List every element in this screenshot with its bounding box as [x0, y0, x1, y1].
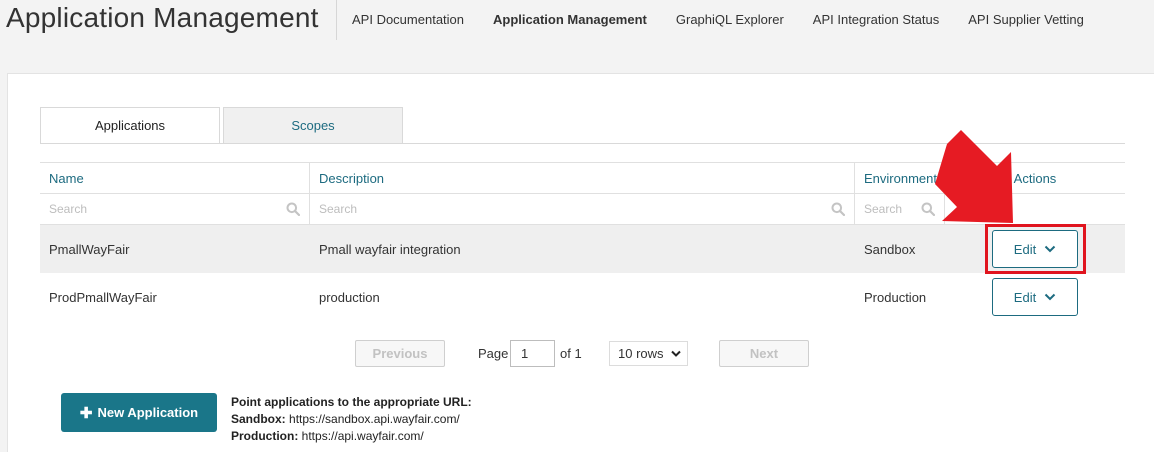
sandbox-url: https://sandbox.api.wayfair.com/ — [289, 412, 460, 426]
header-divider — [336, 0, 337, 40]
edit-button-label: Edit — [1013, 289, 1037, 305]
nav-application-management[interactable]: Application Management — [493, 12, 647, 27]
application-name: ProdPmallWayFair — [49, 289, 157, 305]
nav-api-integration-status[interactable]: API Integration Status — [813, 12, 939, 27]
name-search-input[interactable] — [49, 194, 309, 224]
tab-scopes[interactable]: Scopes — [223, 107, 403, 144]
url-info: Point applications to the appropriate UR… — [231, 394, 472, 445]
application-environment: Sandbox — [864, 241, 916, 257]
page-title: Application Management — [6, 2, 319, 33]
previous-page-button[interactable]: Previous — [355, 340, 445, 367]
nav-api-documentation[interactable]: API Documentation — [352, 12, 464, 27]
column-header-description[interactable]: Description — [310, 163, 855, 193]
nav-api-supplier-vetting[interactable]: API Supplier Vetting — [968, 12, 1084, 27]
chevron-down-icon — [671, 350, 681, 357]
highlight-box — [985, 224, 1086, 274]
edit-button[interactable]: Edit — [992, 278, 1078, 316]
page-count-label: of 1 — [560, 346, 582, 361]
plus-icon: ✚ — [79, 404, 93, 422]
production-url: https://api.wayfair.com/ — [301, 429, 424, 443]
table-row: ProdPmallWayFair production Production — [40, 273, 1125, 321]
new-application-button[interactable]: ✚ New Application — [61, 393, 217, 432]
application-description: production — [319, 289, 380, 305]
red-arrow-annotation — [935, 130, 1013, 223]
url-info-heading: Point applications to the appropriate UR… — [231, 395, 472, 409]
search-icon — [831, 202, 845, 216]
description-filter-cell — [310, 194, 855, 224]
rows-per-page-select[interactable]: 10 rows — [609, 341, 688, 366]
tab-applications[interactable]: Applications — [40, 107, 220, 144]
top-nav: API Documentation Application Management… — [352, 12, 1113, 27]
search-icon — [286, 202, 300, 216]
page-number-input[interactable] — [510, 340, 555, 367]
application-name: PmallWayFair — [49, 241, 130, 257]
next-page-button[interactable]: Next — [719, 340, 809, 367]
table-row: PmallWayFair Pmall wayfair integration S… — [40, 225, 1125, 273]
application-description: Pmall wayfair integration — [319, 241, 461, 257]
name-filter-cell — [40, 194, 310, 224]
column-header-name[interactable]: Name — [40, 163, 310, 193]
new-application-label: New Application — [97, 405, 199, 420]
application-environment: Production — [864, 289, 927, 305]
nav-graphiql-explorer[interactable]: GraphiQL Explorer — [676, 12, 784, 27]
description-search-input[interactable] — [319, 194, 854, 224]
chevron-down-icon — [1044, 293, 1056, 301]
page-label: Page — [478, 346, 509, 361]
app-header: Application Management API Documentation… — [0, 0, 1154, 40]
rows-per-page-value: 10 rows — [618, 346, 664, 361]
production-label: Production: — [231, 429, 299, 443]
sandbox-label: Sandbox: — [231, 412, 286, 426]
